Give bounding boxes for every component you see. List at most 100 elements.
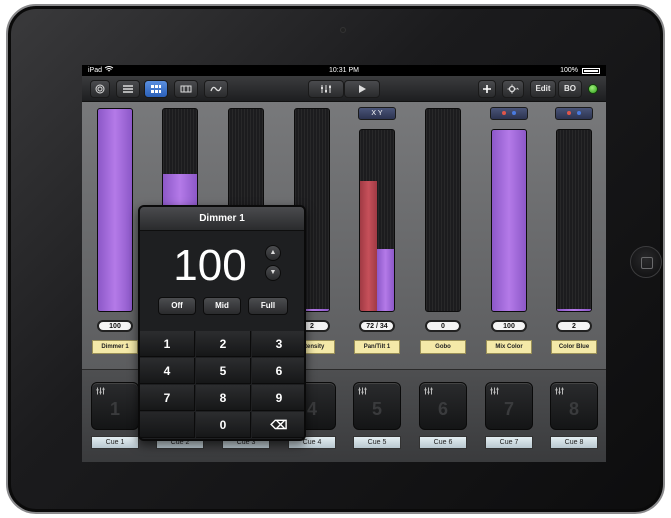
fader-fill-secondary bbox=[377, 249, 394, 311]
off-button[interactable]: Off bbox=[158, 297, 196, 315]
fader-value: 0 bbox=[425, 320, 461, 332]
fader-fill bbox=[98, 109, 132, 311]
target-icon-button[interactable] bbox=[90, 80, 110, 98]
cue-5: 5 Cue 5 bbox=[344, 370, 410, 462]
key-5[interactable]: 5 bbox=[196, 358, 251, 384]
sliders-icon bbox=[424, 387, 433, 395]
fader-track[interactable] bbox=[97, 108, 133, 312]
fader-5: X Y 72 / 34 Pan/Tilt 1 bbox=[344, 102, 410, 369]
fixture-icon bbox=[180, 85, 192, 93]
fader-6: 0 Gobo bbox=[410, 102, 476, 369]
key-0[interactable]: 0 bbox=[196, 412, 251, 438]
fader-value: 72 / 34 bbox=[359, 320, 395, 332]
fader-label[interactable]: Color Blue bbox=[551, 340, 597, 354]
key-8[interactable]: 8 bbox=[196, 385, 251, 411]
increment-button[interactable]: ▲ bbox=[265, 245, 281, 261]
battery-percent: 100% bbox=[560, 67, 578, 74]
cue-number: 6 bbox=[437, 399, 448, 419]
key-6[interactable]: 6 bbox=[252, 358, 304, 384]
home-button[interactable] bbox=[630, 246, 662, 278]
cue-8: 8 Cue 8 bbox=[541, 370, 606, 462]
ipad-frame: iPad 10:31 PM 100% Edit BO 100 Dimmer 1 … bbox=[6, 4, 665, 514]
key-9[interactable]: 9 bbox=[252, 385, 304, 411]
fader-label[interactable]: Pan/Tilt 1 bbox=[354, 340, 400, 354]
cue-pad[interactable]: 6 bbox=[419, 382, 467, 430]
number-keypad: 1 2 3 4 5 6 7 8 9 0 ⌫ bbox=[140, 331, 304, 439]
clock: 10:31 PM bbox=[329, 67, 359, 74]
cue-pad[interactable]: 5 bbox=[353, 382, 401, 430]
xy-toggle-button[interactable]: X Y bbox=[358, 107, 396, 120]
toolbar: Edit BO bbox=[82, 76, 606, 102]
key-3[interactable]: 3 bbox=[252, 331, 304, 357]
fader-value: 100 bbox=[491, 320, 527, 332]
fader-track[interactable] bbox=[425, 108, 461, 312]
fader-fill bbox=[557, 309, 591, 311]
camera bbox=[340, 27, 346, 33]
target-icon bbox=[95, 84, 105, 94]
list-icon bbox=[123, 85, 133, 93]
grid-view-button[interactable] bbox=[144, 80, 168, 98]
plus-icon bbox=[483, 85, 491, 93]
backspace-key[interactable]: ⌫ bbox=[252, 412, 304, 438]
cue-6: 6 Cue 6 bbox=[410, 370, 476, 462]
battery-icon bbox=[582, 68, 600, 74]
settings-button[interactable] bbox=[502, 80, 524, 98]
color-picker-button[interactable] bbox=[490, 107, 528, 120]
fader-8: 2 Color Blue bbox=[541, 102, 606, 369]
cue-label[interactable]: Cue 7 bbox=[485, 436, 533, 449]
popover-value: 100 bbox=[173, 241, 247, 290]
fader-7: 100 Mix Color bbox=[476, 102, 542, 369]
popover-title: Dimmer 1 bbox=[140, 207, 304, 231]
cue-7: 7 Cue 7 bbox=[476, 370, 542, 462]
fader-fill bbox=[360, 180, 377, 311]
cue-pad[interactable]: 1 bbox=[91, 382, 139, 430]
wave-icon bbox=[210, 86, 222, 92]
fader-track[interactable] bbox=[491, 129, 527, 312]
sliders-icon bbox=[555, 387, 564, 395]
cue-label[interactable]: Cue 1 bbox=[91, 436, 139, 449]
sliders-icon bbox=[96, 387, 105, 395]
cue-label[interactable]: Cue 5 bbox=[353, 436, 401, 449]
mixer-button[interactable] bbox=[308, 80, 344, 98]
edit-button[interactable]: Edit bbox=[530, 80, 556, 98]
connection-status-led bbox=[588, 84, 598, 94]
fader-label[interactable]: Mix Color bbox=[486, 340, 532, 354]
fader-value: 2 bbox=[556, 320, 592, 332]
key-1[interactable]: 1 bbox=[140, 331, 195, 357]
cue-number: 7 bbox=[503, 399, 514, 419]
sliders-icon bbox=[490, 387, 499, 395]
fader-label[interactable]: Gobo bbox=[420, 340, 466, 354]
fader-value: 100 bbox=[97, 320, 133, 332]
cue-label[interactable]: Cue 6 bbox=[419, 436, 467, 449]
cue-pad[interactable]: 7 bbox=[485, 382, 533, 430]
cue-number: 5 bbox=[371, 399, 382, 419]
cue-pad[interactable]: 8 bbox=[550, 382, 598, 430]
play-icon bbox=[359, 85, 366, 93]
mid-button[interactable]: Mid bbox=[203, 297, 241, 315]
sliders-icon bbox=[321, 85, 331, 93]
full-button[interactable]: Full bbox=[248, 297, 288, 315]
sliders-icon bbox=[358, 387, 367, 395]
key-7[interactable]: 7 bbox=[140, 385, 195, 411]
blank-key bbox=[140, 412, 195, 438]
cue-number: 8 bbox=[568, 399, 579, 419]
key-4[interactable]: 4 bbox=[140, 358, 195, 384]
status-bar: iPad 10:31 PM 100% bbox=[82, 65, 606, 76]
list-view-button[interactable] bbox=[116, 80, 140, 98]
add-button[interactable] bbox=[478, 80, 496, 98]
play-button[interactable] bbox=[344, 80, 380, 98]
graph-view-button[interactable] bbox=[204, 80, 228, 98]
fader-fill bbox=[492, 130, 526, 311]
cue-number: 1 bbox=[109, 399, 120, 419]
decrement-button[interactable]: ▼ bbox=[265, 265, 281, 281]
gear-icon bbox=[507, 84, 519, 94]
grid-icon bbox=[151, 85, 161, 93]
key-2[interactable]: 2 bbox=[196, 331, 251, 357]
fixtures-view-button[interactable] bbox=[174, 80, 198, 98]
blackout-button[interactable]: BO bbox=[558, 80, 582, 98]
color-picker-button[interactable] bbox=[555, 107, 593, 120]
fader-label[interactable]: Dimmer 1 bbox=[92, 340, 138, 354]
fader-track[interactable] bbox=[556, 129, 592, 312]
cue-label[interactable]: Cue 8 bbox=[550, 436, 598, 449]
fader-track[interactable] bbox=[359, 129, 395, 312]
